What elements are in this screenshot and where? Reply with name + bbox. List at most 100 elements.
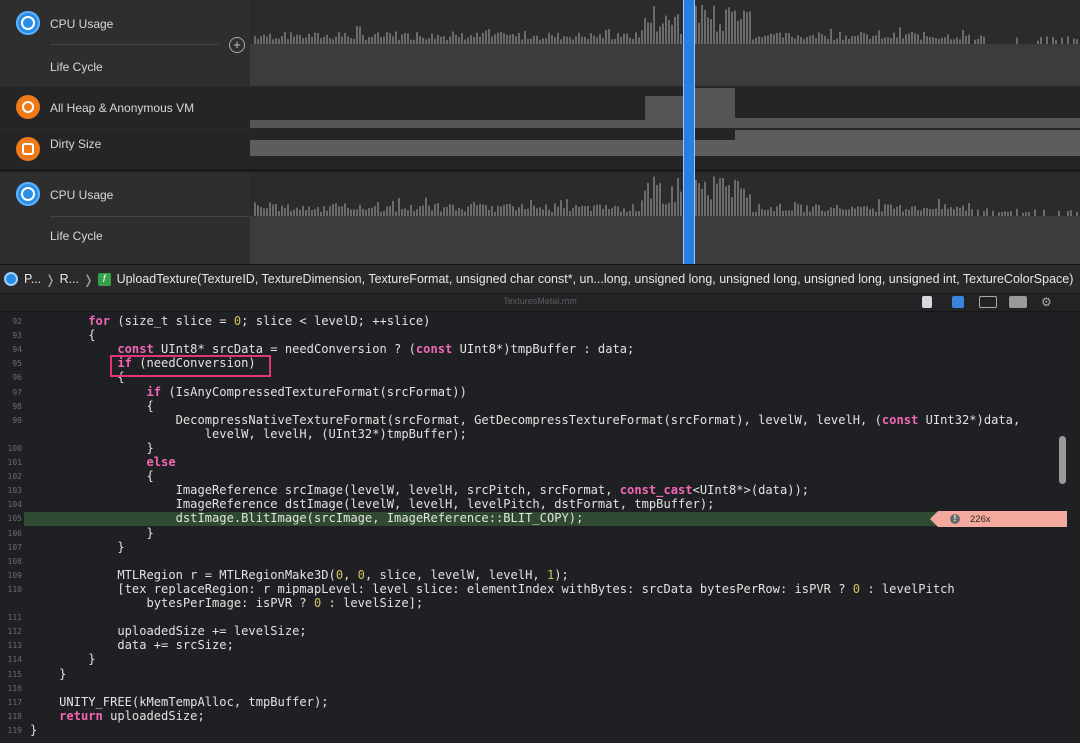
cpu-bar (503, 33, 505, 44)
gear-icon[interactable]: ⚙ (1041, 296, 1057, 308)
scrollbar[interactable] (1059, 436, 1066, 484)
cpu-bar (359, 26, 361, 44)
cpu-bar (422, 205, 424, 216)
cpu-bar (1016, 208, 1018, 216)
cpu-bar (806, 36, 808, 44)
track-cpu-usage[interactable]: CPU Usage (0, 0, 250, 44)
cpu-bar (332, 39, 334, 44)
cpu-bar (623, 33, 625, 44)
track-name: CPU Usage (50, 188, 114, 202)
cpu-bar (581, 205, 583, 216)
cpu-bar (629, 37, 631, 44)
cpu-bar (920, 210, 922, 216)
line-number: 93 (12, 331, 22, 341)
cpu-bar (731, 196, 733, 216)
cpu-bar (464, 39, 466, 44)
cpu-bar (893, 208, 895, 216)
line-number: 97 (12, 387, 22, 397)
breadcrumb-function[interactable]: f UploadTexture(TextureID, TextureDimens… (97, 272, 1073, 286)
cpu-bar (698, 183, 700, 216)
cpu-bar (410, 39, 412, 44)
split-view-icon[interactable] (1009, 296, 1027, 308)
cpu-bar (956, 206, 958, 216)
cpu-bar (524, 30, 526, 44)
cpu-bar (488, 209, 490, 216)
cpu-bar (707, 17, 709, 44)
cpu-bar (821, 34, 823, 44)
cpu-bar (509, 34, 511, 44)
cpu-bar (617, 206, 619, 216)
cpu-bar (923, 32, 925, 44)
cpu-bar (668, 20, 670, 44)
cpu-bar (1055, 39, 1057, 44)
chevron-right-icon: ❭ (83, 272, 94, 287)
cpu-bar (425, 39, 427, 44)
breadcrumb-run[interactable]: R... (60, 272, 79, 286)
cpu-bar (821, 210, 823, 216)
cpu-bar (986, 208, 988, 216)
cpu-bar (362, 208, 364, 216)
cpu-bar (401, 208, 403, 216)
cpu-bar (368, 37, 370, 44)
cpu-bar (611, 208, 613, 216)
cpu-bar (278, 38, 280, 44)
cpu-bar (521, 39, 523, 44)
cpu-bar (575, 36, 577, 44)
cpu-bar (830, 207, 832, 216)
cpu-bar (770, 207, 772, 216)
cpu-bar (650, 22, 652, 44)
cpu-bar (338, 206, 340, 216)
line-number: 111 (7, 613, 22, 623)
cpu-bar (641, 200, 643, 216)
source-editor[interactable]: 92 93 94 95 96 97 98 99 100 101 102 103 104 105 106 107… (0, 312, 1080, 743)
cpu-bar (848, 39, 850, 44)
disassembly-icon[interactable] (952, 296, 964, 308)
track-all-heap[interactable]: All Heap & Anonymous VM (0, 87, 250, 128)
cpu-bar (320, 38, 322, 44)
cpu-bar (293, 36, 295, 44)
cpu-bar (917, 210, 919, 216)
track-life-cycle-2[interactable]: Life Cycle (0, 217, 250, 264)
cpu-bar (854, 36, 856, 44)
cpu-bar (479, 36, 481, 44)
issue-pointer (930, 511, 938, 527)
cpu-bar (818, 32, 820, 44)
cpu-bar (926, 36, 928, 44)
cpu-bar (614, 205, 616, 216)
code-line: return uploadedSize; (59, 708, 205, 723)
cpu-bar (866, 34, 868, 44)
cpu-bar (668, 202, 670, 216)
cpu-bar (458, 37, 460, 44)
hotspot-badge[interactable]: ! 226x (938, 511, 1067, 527)
cpu-bar (836, 204, 838, 216)
cpu-bar (539, 207, 541, 216)
cpu-bar (500, 206, 502, 216)
cpu-bar (848, 209, 850, 216)
file-icon[interactable] (922, 296, 932, 308)
timeline-graph[interactable] (250, 0, 1080, 264)
cpu-bar (539, 39, 541, 44)
cpu-bar (401, 34, 403, 44)
cpu-bar (782, 210, 784, 216)
heap-area (645, 96, 685, 128)
cpu-bar (701, 188, 703, 216)
lane-divider (250, 44, 1080, 45)
cpu-bar (281, 205, 283, 216)
track-life-cycle[interactable]: Life Cycle (0, 45, 250, 86)
cpu-bar (908, 33, 910, 44)
track-dirty-size[interactable]: Dirty Size (0, 129, 250, 169)
life-cycle-band (250, 217, 1080, 264)
add-track-button[interactable]: + (229, 37, 245, 53)
line-number: 105 (7, 514, 22, 524)
breadcrumb-project[interactable]: P... (4, 272, 41, 286)
window-icon[interactable] (979, 296, 997, 308)
track-cpu-usage-2[interactable]: CPU Usage (0, 172, 250, 216)
code-line: levelW, levelH, (UInt32*)tmpBuffer); (30, 426, 467, 441)
track-name: All Heap & Anonymous VM (50, 101, 195, 115)
cpu-bar (443, 207, 445, 216)
cpu-bar (356, 26, 358, 44)
cpu-bar (530, 38, 532, 44)
cpu-bar (884, 204, 886, 216)
cpu-bar (992, 210, 994, 216)
cpu-bar (521, 203, 523, 216)
